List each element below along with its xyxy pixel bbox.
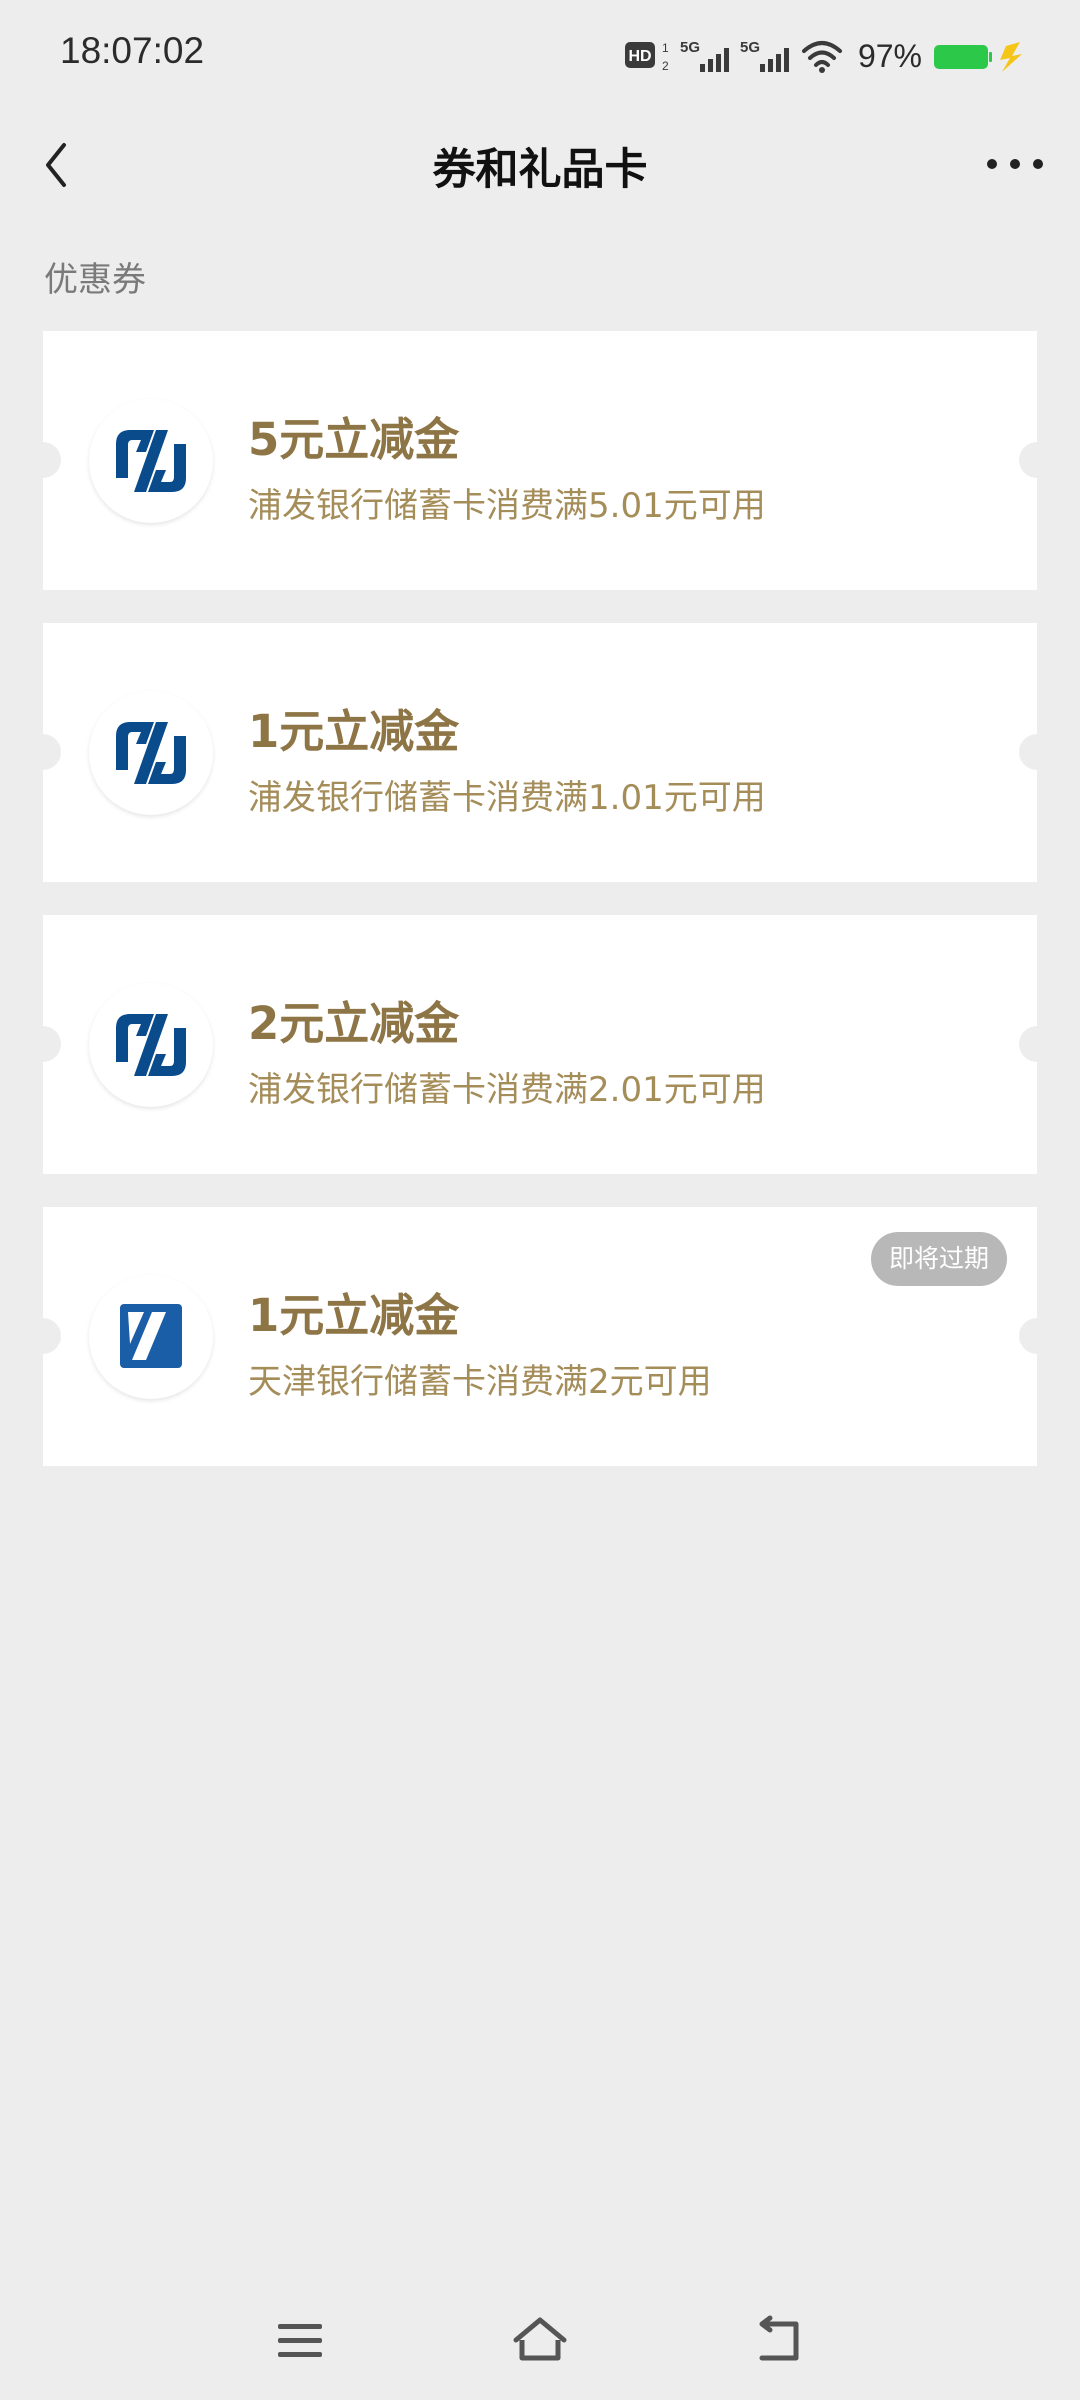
status-time: 18:07:02 [60,30,205,71]
expiring-soon-badge: 即将过期 [870,1232,1007,1286]
network-label-1: 5G [680,39,700,56]
coupon-description: 浦发银行储蓄卡消费满2.01元可用 [248,1070,766,1110]
coupon-notch [1019,1318,1055,1354]
coupon-title: 5元立减金 [248,413,460,466]
bank-logo [89,691,213,815]
coupon-title: 1元立减金 [248,705,460,758]
bank-logo [89,983,213,1107]
bank-logo [89,399,213,523]
svg-text:1: 1 [662,41,669,55]
coupon-title: 2元立减金 [248,997,460,1050]
coupon-description: 天津银行储蓄卡消费满2元可用 [248,1362,712,1402]
signal-5g-icon: 5G [680,39,729,72]
spdb-logo-icon [116,722,186,784]
coupon-card[interactable]: 5元立减金 浦发银行储蓄卡消费满5.01元可用 [25,331,1055,590]
tjbank-logo-icon [120,1304,182,1368]
hd-icon: HD 1 2 [624,41,669,73]
spdb-logo-icon [116,1014,186,1076]
coupon-card[interactable]: 1元立减金 浦发银行储蓄卡消费满1.01元可用 [25,623,1055,882]
coupon-notch [1019,734,1055,770]
nav-bar: 券和礼品卡 [0,115,1080,215]
network-label-2: 5G [740,39,760,56]
home-icon[interactable] [510,2310,570,2370]
menu-icon[interactable] [270,2310,330,2370]
coupon-notch [25,1318,61,1354]
more-options-icon[interactable] [980,139,1050,189]
section-label-coupons: 优惠券 [44,260,146,300]
battery-percent: 97% [857,37,922,74]
coupon-description: 浦发银行储蓄卡消费满1.01元可用 [248,778,766,818]
coupon-card[interactable]: 2元立减金 浦发银行储蓄卡消费满2.01元可用 [25,915,1055,1174]
coupon-notch [1019,1026,1055,1062]
coupon-notch [25,442,61,478]
coupon-notch [25,734,61,770]
system-nav-bar [0,2300,1080,2380]
coupon-card[interactable]: 1元立减金 天津银行储蓄卡消费满2元可用 即将过期 [25,1207,1055,1466]
back-nav-icon[interactable] [750,2310,810,2370]
bank-logo [89,1275,213,1399]
hd-label: HD [628,48,651,65]
coupon-notch [1019,442,1055,478]
signal-5g-icon: 5G [740,39,789,72]
coupon-notch [25,1026,61,1062]
page-title: 券和礼品卡 [432,145,648,195]
coupon-description: 浦发银行储蓄卡消费满5.01元可用 [248,486,766,526]
status-bar: 18:07:02 HD 1 2 5G 5G 97% [0,0,1080,115]
status-icons: HD 1 2 5G 5G 97% [624,34,1024,78]
battery-charging-icon [934,42,1022,72]
wifi-icon [801,41,842,73]
spdb-logo-icon [116,430,186,492]
coupon-title: 1元立减金 [248,1289,460,1342]
svg-text:2: 2 [662,59,669,73]
